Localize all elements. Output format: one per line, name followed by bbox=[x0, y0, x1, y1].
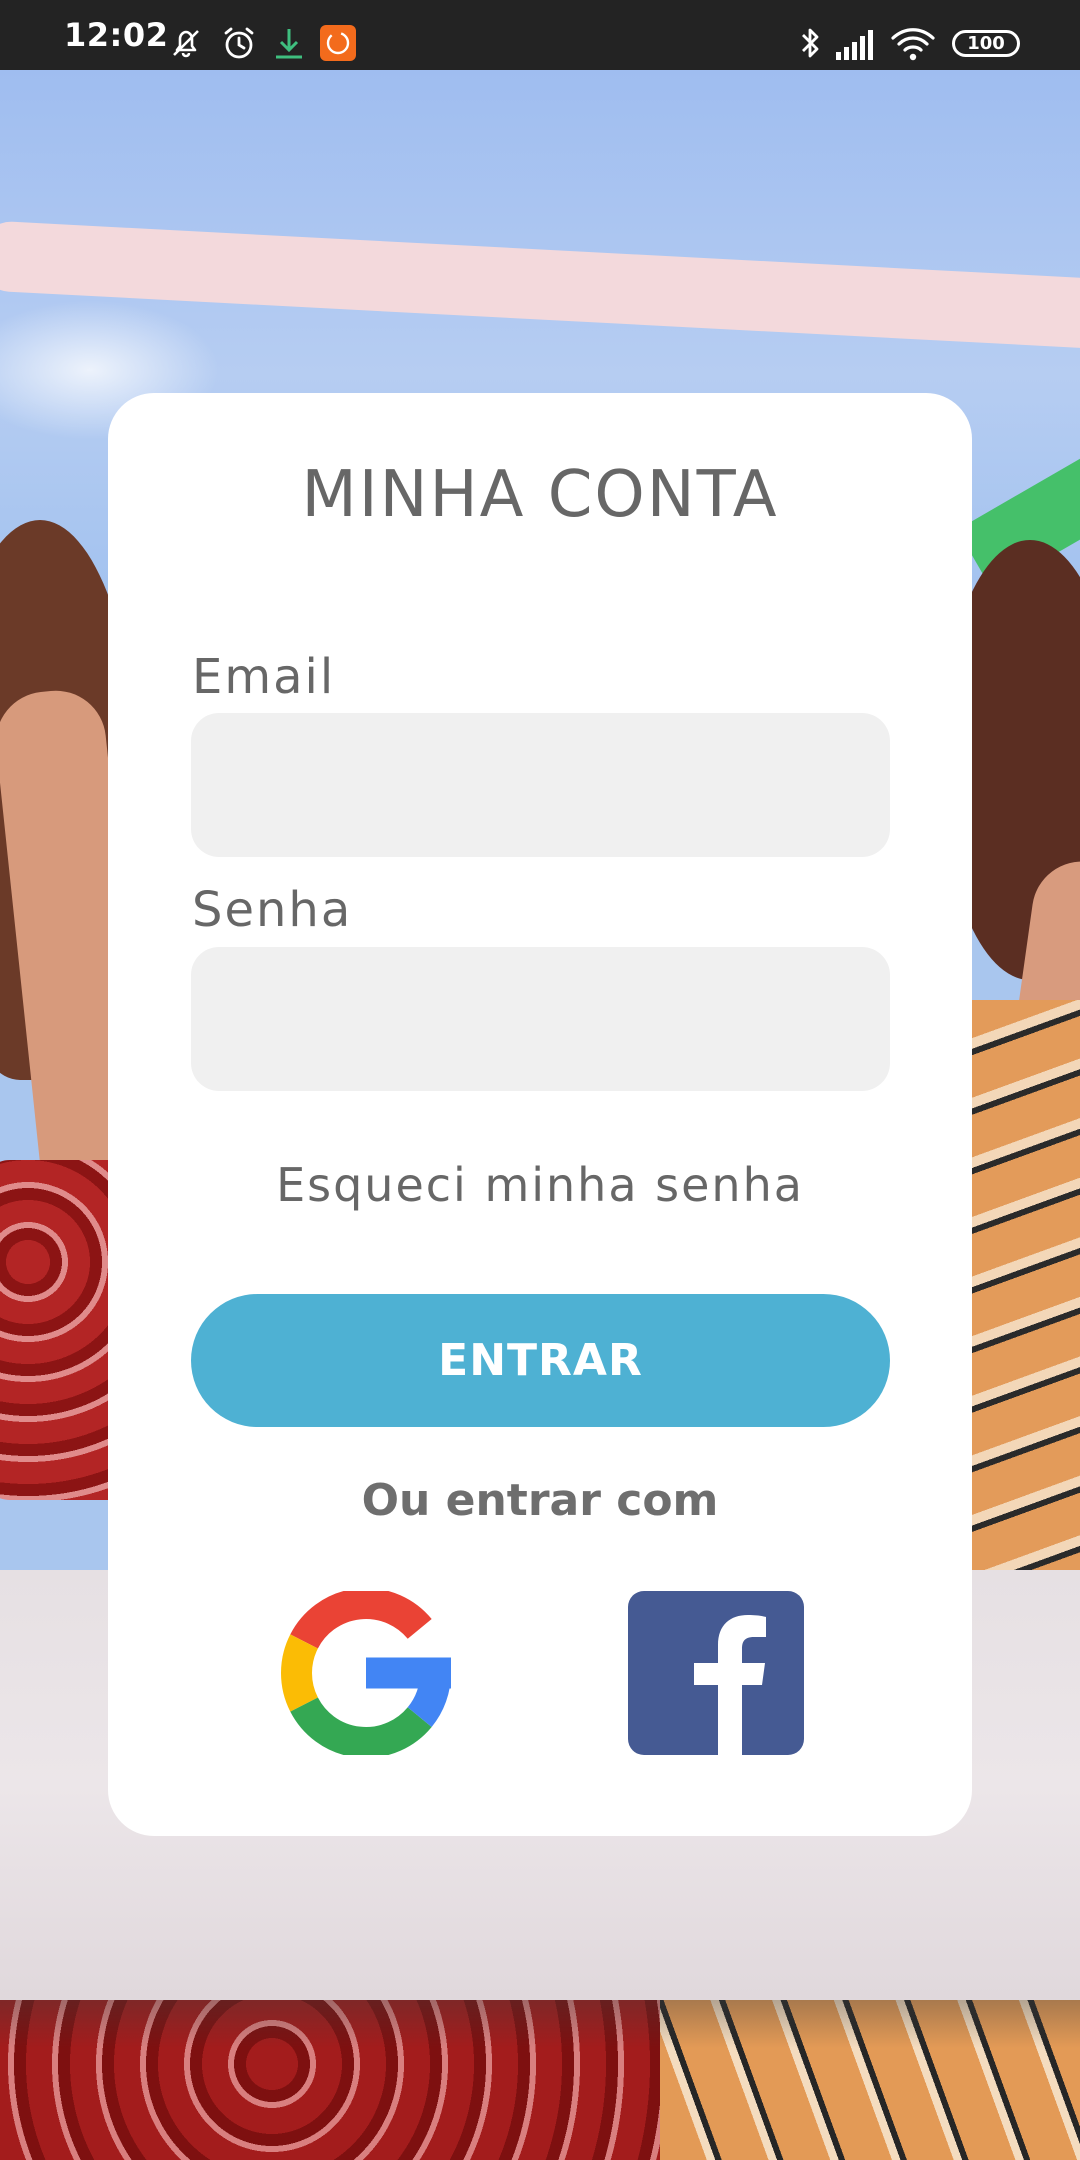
google-icon bbox=[281, 1591, 451, 1755]
forgot-password-link[interactable]: Esqueci minha senha bbox=[108, 1155, 972, 1215]
facebook-icon bbox=[628, 1591, 804, 1755]
login-screen: 12:02 100 MINHA CONTA Email Senha Esquec… bbox=[0, 0, 1080, 2160]
page-title: MINHA CONTA bbox=[301, 458, 779, 532]
email-label: Email bbox=[192, 649, 336, 705]
password-field[interactable] bbox=[191, 947, 890, 1091]
battery-icon: 100 bbox=[952, 30, 1020, 57]
muted-notification-icon bbox=[173, 30, 199, 58]
alarm-icon bbox=[224, 27, 254, 59]
background-person-right-dress bbox=[960, 1000, 1080, 1600]
alt-login-label: Ou entrar com bbox=[361, 1475, 719, 1526]
status-time: 12:02 bbox=[64, 16, 169, 54]
bluetooth-icon bbox=[802, 28, 819, 58]
facebook-login-button[interactable] bbox=[628, 1591, 804, 1755]
signal-icon bbox=[836, 30, 873, 60]
password-label: Senha bbox=[192, 882, 353, 938]
enter-button[interactable]: ENTRAR bbox=[191, 1294, 890, 1427]
app-notification-icon bbox=[320, 25, 356, 61]
login-card: MINHA CONTA Email Senha Esqueci minha se… bbox=[108, 393, 972, 1836]
email-field[interactable] bbox=[191, 713, 890, 857]
google-login-button[interactable] bbox=[278, 1591, 454, 1755]
wifi-icon bbox=[891, 28, 935, 61]
background-shadow bbox=[0, 2000, 1080, 2160]
status-bar: 12:02 100 bbox=[0, 0, 1080, 70]
download-icon bbox=[276, 29, 302, 59]
